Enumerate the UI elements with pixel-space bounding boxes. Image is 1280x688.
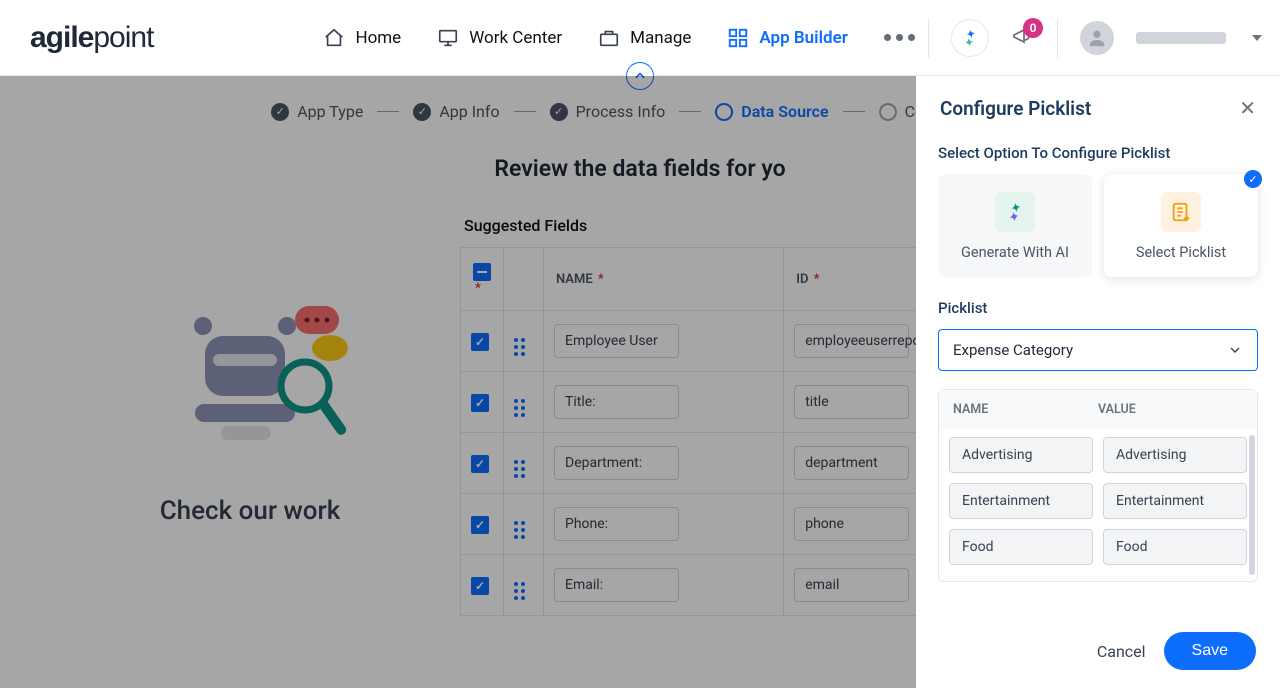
- chevron-down-icon: [1227, 342, 1243, 358]
- avatar[interactable]: [1080, 21, 1114, 55]
- nav-label: Manage: [630, 28, 691, 48]
- close-icon[interactable]: ✕: [1239, 96, 1256, 120]
- monitor-icon: [437, 27, 459, 49]
- main-nav: Home Work Center Manage App Builder: [323, 27, 914, 49]
- picklist-value: Expense Category: [953, 341, 1073, 359]
- notification-badge: 0: [1023, 18, 1043, 38]
- nv-name-input[interactable]: Food: [949, 529, 1093, 565]
- picklist-label: Picklist: [938, 299, 1258, 317]
- configure-picklist-panel: Configure Picklist ✕ Select Option To Co…: [916, 76, 1280, 688]
- divider: [928, 18, 929, 58]
- picklist-dropdown[interactable]: Expense Category: [938, 329, 1258, 371]
- option-label: Select Picklist: [1136, 244, 1226, 261]
- option-label: Generate With AI: [961, 244, 1069, 261]
- user-name: [1136, 32, 1226, 44]
- list-icon: [1170, 201, 1192, 223]
- nv-row: Food Food: [949, 529, 1247, 565]
- nav-label: Home: [355, 28, 401, 48]
- nv-value-input[interactable]: Food: [1103, 529, 1247, 565]
- cancel-button[interactable]: Cancel: [1097, 642, 1146, 661]
- top-right: 0: [928, 18, 1262, 58]
- notifications[interactable]: 0: [1011, 24, 1035, 52]
- panel-title: Configure Picklist: [940, 97, 1091, 120]
- panel-subtitle: Select Option To Configure Picklist: [938, 144, 1258, 162]
- user-icon: [1086, 27, 1108, 49]
- nv-value-input[interactable]: Advertising: [1103, 437, 1247, 473]
- selected-badge-icon: ✓: [1244, 170, 1262, 188]
- nav-label: Work Center: [469, 28, 562, 48]
- nav-label: App Builder: [759, 28, 847, 48]
- pinwheel-icon: [1004, 201, 1026, 223]
- scrollbar[interactable]: [1249, 435, 1255, 575]
- pinwheel-icon: [960, 28, 980, 48]
- nv-name-input[interactable]: Entertainment: [949, 483, 1093, 519]
- user-menu-caret[interactable]: [1252, 33, 1262, 43]
- nav-work-center[interactable]: Work Center: [437, 27, 562, 49]
- nav-home[interactable]: Home: [323, 27, 401, 49]
- nav-more[interactable]: [884, 34, 915, 41]
- nv-row: Entertainment Entertainment: [949, 483, 1247, 519]
- logo[interactable]: agilepoint: [30, 21, 153, 55]
- apps-icon: [727, 27, 749, 49]
- save-button[interactable]: Save: [1164, 632, 1256, 670]
- ai-button[interactable]: [951, 19, 989, 57]
- nv-head-name: NAME: [953, 402, 1098, 417]
- nv-head-value: VALUE: [1098, 402, 1243, 417]
- nv-row: Advertising Advertising: [949, 437, 1247, 473]
- option-select-picklist[interactable]: ✓ Select Picklist: [1104, 174, 1258, 277]
- nav-app-builder[interactable]: App Builder: [727, 27, 847, 49]
- logo-thin: point: [93, 21, 153, 54]
- option-generate-ai[interactable]: Generate With AI: [938, 174, 1092, 277]
- home-icon: [323, 27, 345, 49]
- nav-manage[interactable]: Manage: [598, 27, 691, 49]
- nv-name-input[interactable]: Advertising: [949, 437, 1093, 473]
- divider: [1057, 18, 1058, 58]
- nv-value-input[interactable]: Entertainment: [1103, 483, 1247, 519]
- briefcase-icon: [598, 27, 620, 49]
- logo-bold: agile: [30, 21, 93, 54]
- name-value-table: NAME VALUE Advertising Advertising Enter…: [938, 389, 1258, 582]
